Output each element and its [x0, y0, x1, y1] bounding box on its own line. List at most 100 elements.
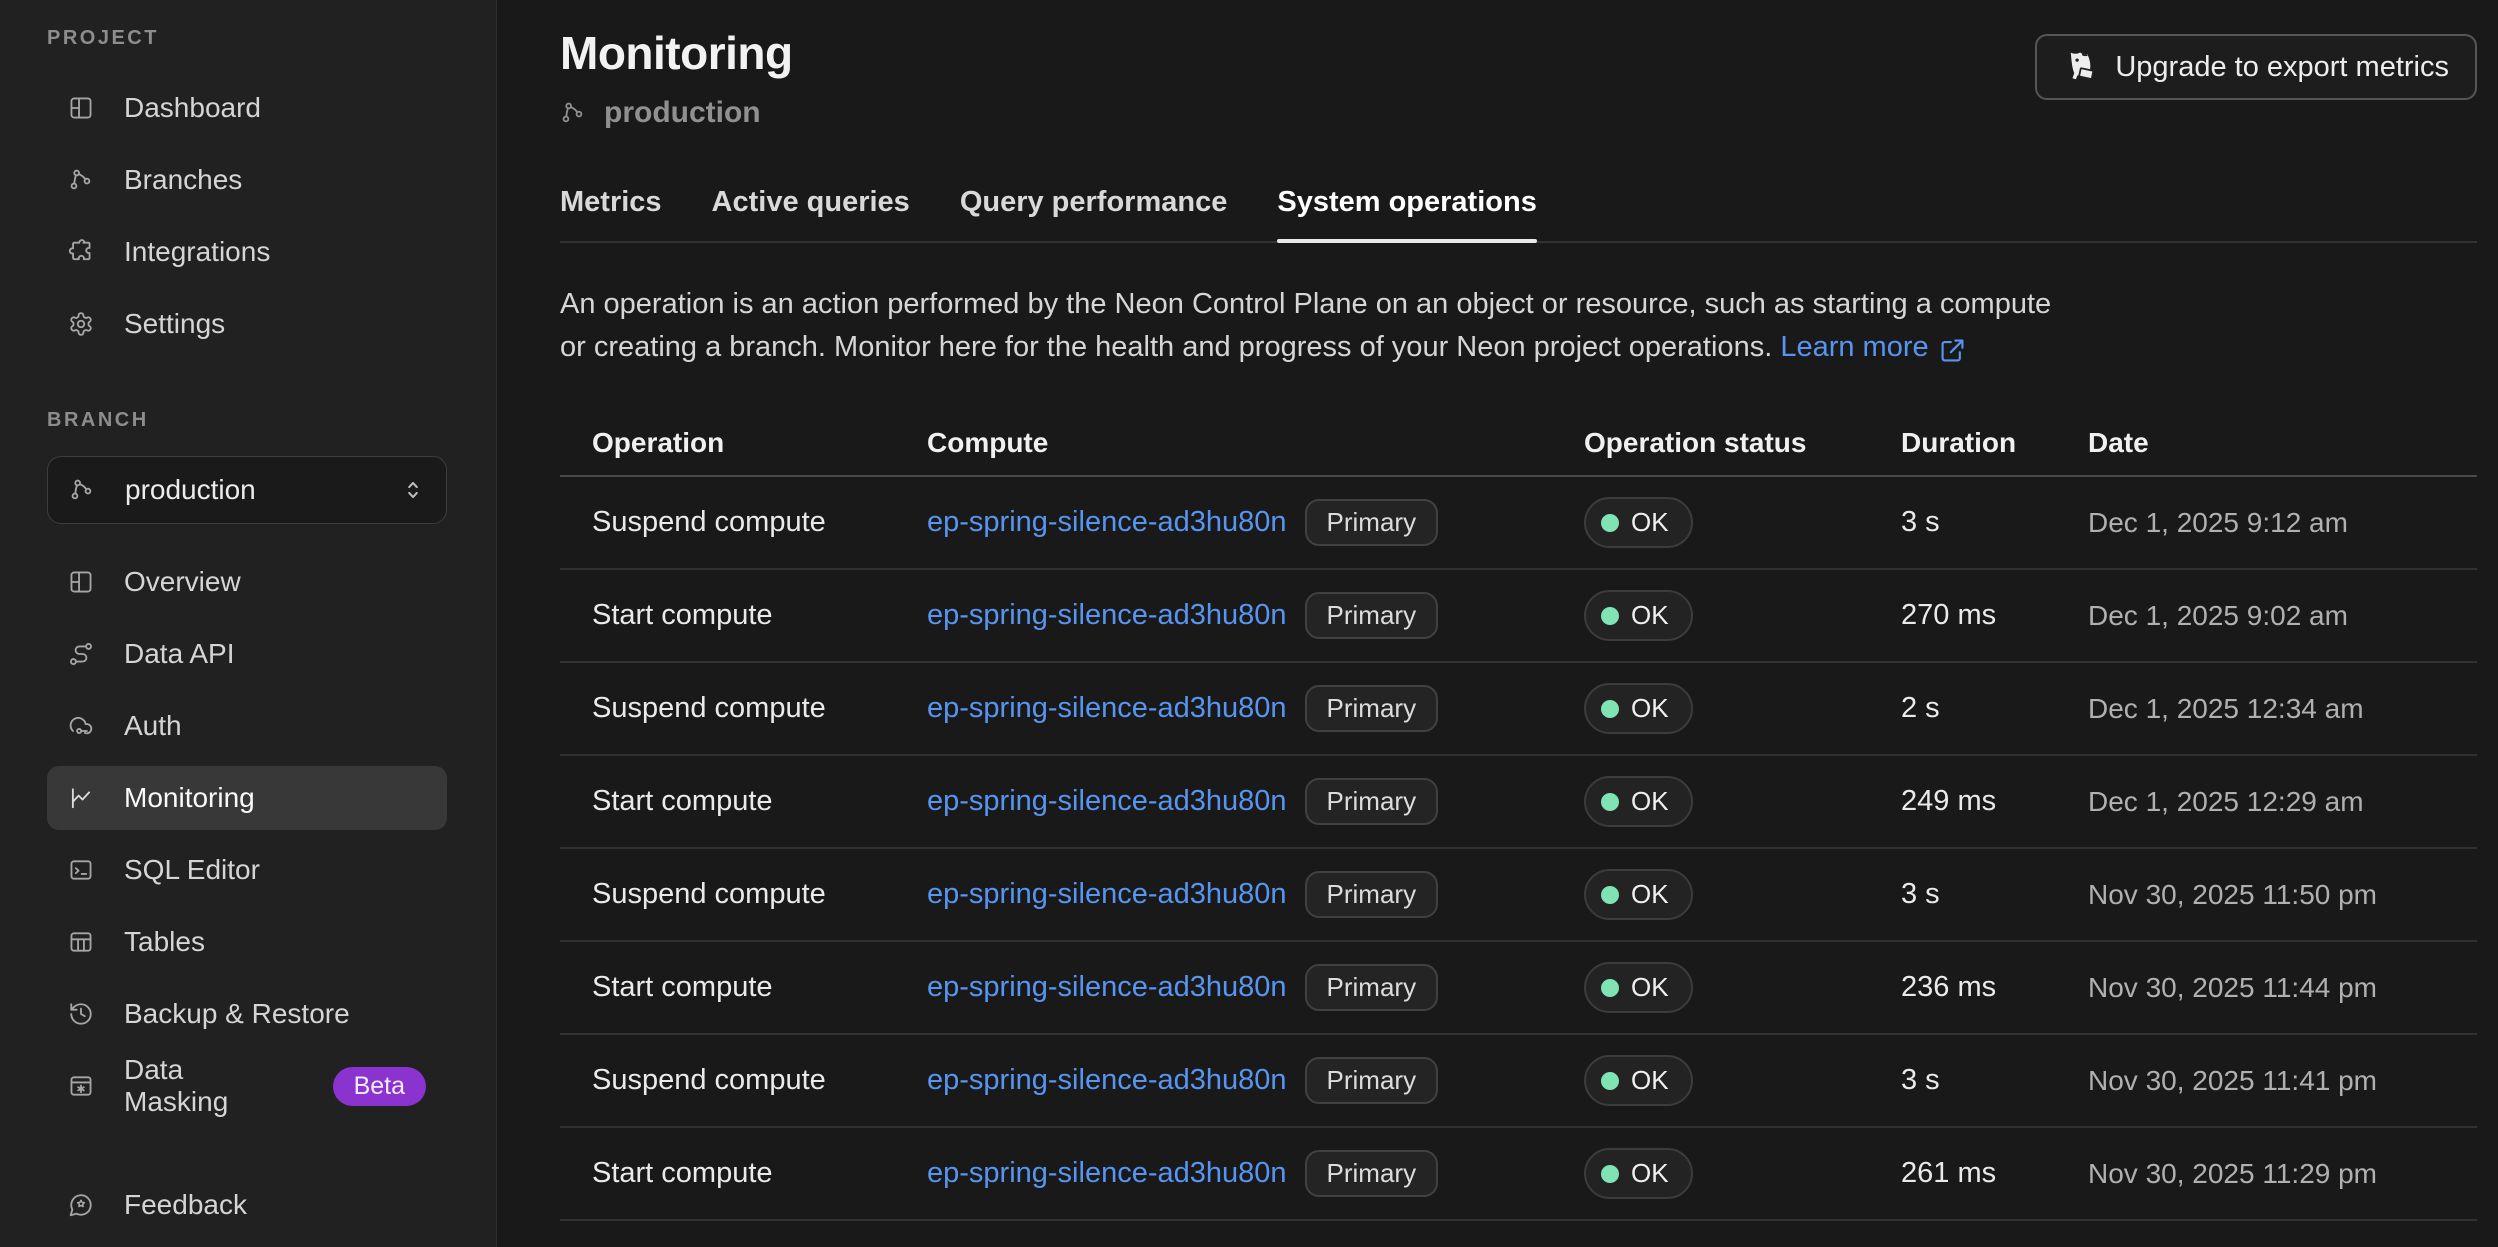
date-cell: Dec 1, 2025 9:02 am — [2088, 600, 2477, 632]
tab-metrics[interactable]: Metrics — [560, 186, 662, 241]
primary-badge: Primary — [1305, 499, 1439, 546]
table-header: Operation Compute Operation status Durat… — [560, 411, 2477, 477]
sidebar-item-dashboard[interactable]: Dashboard — [47, 76, 447, 140]
compute-cell: ep-spring-silence-ad3hu80n Primary — [927, 1057, 1584, 1104]
status-label: OK — [1631, 879, 1669, 910]
branch-icon — [560, 100, 586, 126]
status-cell: OK — [1584, 869, 1901, 920]
status-label: OK — [1631, 600, 1669, 631]
compute-endpoint-link[interactable]: ep-spring-silence-ad3hu80n — [927, 599, 1287, 632]
date-cell: Nov 30, 2025 11:29 pm — [2088, 1158, 2477, 1190]
page-title: Monitoring — [560, 24, 793, 82]
operation-cell: Suspend compute — [592, 1064, 927, 1097]
status-cell: OK — [1584, 962, 1901, 1013]
branch-selector-value: production — [125, 474, 256, 506]
description: An operation is an action performed by t… — [560, 283, 2240, 369]
status-label: OK — [1631, 693, 1669, 724]
table-row: Start compute ep-spring-silence-ad3hu80n… — [560, 1128, 2477, 1221]
tab-system-operations[interactable]: System operations — [1277, 186, 1536, 241]
sidebar-item-monitoring[interactable]: Monitoring — [47, 766, 447, 830]
compute-cell: ep-spring-silence-ad3hu80n Primary — [927, 871, 1584, 918]
table-row: Start compute ep-spring-silence-ad3hu80n… — [560, 570, 2477, 663]
compute-cell: ep-spring-silence-ad3hu80n Primary — [927, 778, 1584, 825]
sidebar-item-data-api[interactable]: Data API — [47, 622, 447, 686]
sidebar-item-label: Dashboard — [124, 92, 261, 124]
status-label: OK — [1631, 972, 1669, 1003]
sidebar-item-tables[interactable]: Tables — [47, 910, 447, 974]
sidebar-item-feedback[interactable]: Feedback — [47, 1173, 447, 1237]
compute-endpoint-link[interactable]: ep-spring-silence-ad3hu80n — [927, 1064, 1287, 1097]
tab-query-performance[interactable]: Query performance — [960, 186, 1228, 241]
status-cell: OK — [1584, 1055, 1901, 1106]
chart-line-icon — [68, 785, 94, 811]
sidebar: PROJECT Dashboard Branches Integrations … — [0, 0, 497, 1247]
primary-badge: Primary — [1305, 1057, 1439, 1104]
sidebar-item-branches[interactable]: Branches — [47, 148, 447, 212]
operation-cell: Start compute — [592, 785, 927, 818]
sidebar-item-label: Settings — [124, 308, 225, 340]
terminal-window-icon — [68, 857, 94, 883]
sidebar-item-label: Integrations — [124, 236, 270, 268]
duration-cell: 270 ms — [1901, 599, 2088, 632]
status-label: OK — [1631, 1065, 1669, 1096]
table-body: Suspend compute ep-spring-silence-ad3hu8… — [560, 477, 2477, 1221]
sidebar-item-settings[interactable]: Settings — [47, 292, 447, 356]
sidebar-item-label: Backup & Restore — [124, 998, 350, 1030]
status-cell: OK — [1584, 776, 1901, 827]
date-cell: Dec 1, 2025 12:34 am — [2088, 693, 2477, 725]
primary-badge: Primary — [1305, 685, 1439, 732]
status-ok-dot — [1601, 886, 1619, 904]
compute-endpoint-link[interactable]: ep-spring-silence-ad3hu80n — [927, 1157, 1287, 1190]
column-compute: Compute — [927, 427, 1584, 459]
duration-cell: 249 ms — [1901, 785, 2088, 818]
main-content: Monitoring production Upgrade to export … — [497, 0, 2498, 1247]
description-line1: An operation is an action performed by t… — [560, 288, 2051, 320]
compute-endpoint-link[interactable]: ep-spring-silence-ad3hu80n — [927, 971, 1287, 1004]
status-badge: OK — [1584, 590, 1693, 641]
sidebar-item-label: Feedback — [124, 1189, 247, 1221]
branch-selector[interactable]: production — [47, 456, 447, 524]
sidebar-item-overview[interactable]: Overview — [47, 550, 447, 614]
branch-icon — [68, 167, 94, 193]
sidebar-item-data-masking[interactable]: Data Masking Beta — [47, 1054, 447, 1118]
sidebar-item-label: Monitoring — [124, 782, 255, 814]
page-header: Monitoring production Upgrade to export … — [560, 24, 2477, 130]
status-cell: OK — [1584, 1148, 1901, 1199]
tab-active-queries[interactable]: Active queries — [712, 186, 910, 241]
learn-more-link[interactable]: Learn more — [1780, 326, 1965, 369]
status-ok-dot — [1601, 514, 1619, 532]
primary-badge: Primary — [1305, 778, 1439, 825]
sidebar-item-integrations[interactable]: Integrations — [47, 220, 447, 284]
table-row: Start compute ep-spring-silence-ad3hu80n… — [560, 756, 2477, 849]
project-nav: Dashboard Branches Integrations Settings — [47, 76, 447, 356]
branch-name: production — [604, 96, 761, 130]
column-date: Date — [2088, 427, 2477, 459]
project-section-label: PROJECT — [47, 26, 447, 50]
feedback-bubble-icon — [68, 1192, 94, 1218]
status-ok-dot — [1601, 979, 1619, 997]
date-cell: Dec 1, 2025 9:12 am — [2088, 507, 2477, 539]
compute-cell: ep-spring-silence-ad3hu80n Primary — [927, 592, 1584, 639]
sidebar-item-label: Branches — [124, 164, 242, 196]
upgrade-export-metrics-button[interactable]: Upgrade to export metrics — [2035, 34, 2477, 100]
table-row: Suspend compute ep-spring-silence-ad3hu8… — [560, 477, 2477, 570]
status-badge: OK — [1584, 962, 1693, 1013]
table-row: Start compute ep-spring-silence-ad3hu80n… — [560, 942, 2477, 1035]
app-root: PROJECT Dashboard Branches Integrations … — [0, 0, 2498, 1247]
datadog-icon — [2063, 49, 2099, 85]
sidebar-item-sql-editor[interactable]: SQL Editor — [47, 838, 447, 902]
status-ok-dot — [1601, 1165, 1619, 1183]
sidebar-item-auth[interactable]: Auth — [47, 694, 447, 758]
date-cell: Nov 30, 2025 11:41 pm — [2088, 1065, 2477, 1097]
compute-endpoint-link[interactable]: ep-spring-silence-ad3hu80n — [927, 785, 1287, 818]
history-icon — [68, 1001, 94, 1027]
compute-endpoint-link[interactable]: ep-spring-silence-ad3hu80n — [927, 692, 1287, 725]
date-cell: Dec 1, 2025 12:29 am — [2088, 786, 2477, 818]
table-row: Suspend compute ep-spring-silence-ad3hu8… — [560, 1035, 2477, 1128]
compute-endpoint-link[interactable]: ep-spring-silence-ad3hu80n — [927, 506, 1287, 539]
compute-endpoint-link[interactable]: ep-spring-silence-ad3hu80n — [927, 878, 1287, 911]
status-label: OK — [1631, 786, 1669, 817]
sidebar-item-backup-restore[interactable]: Backup & Restore — [47, 982, 447, 1046]
duration-cell: 3 s — [1901, 1064, 2088, 1097]
overview-icon — [68, 569, 94, 595]
